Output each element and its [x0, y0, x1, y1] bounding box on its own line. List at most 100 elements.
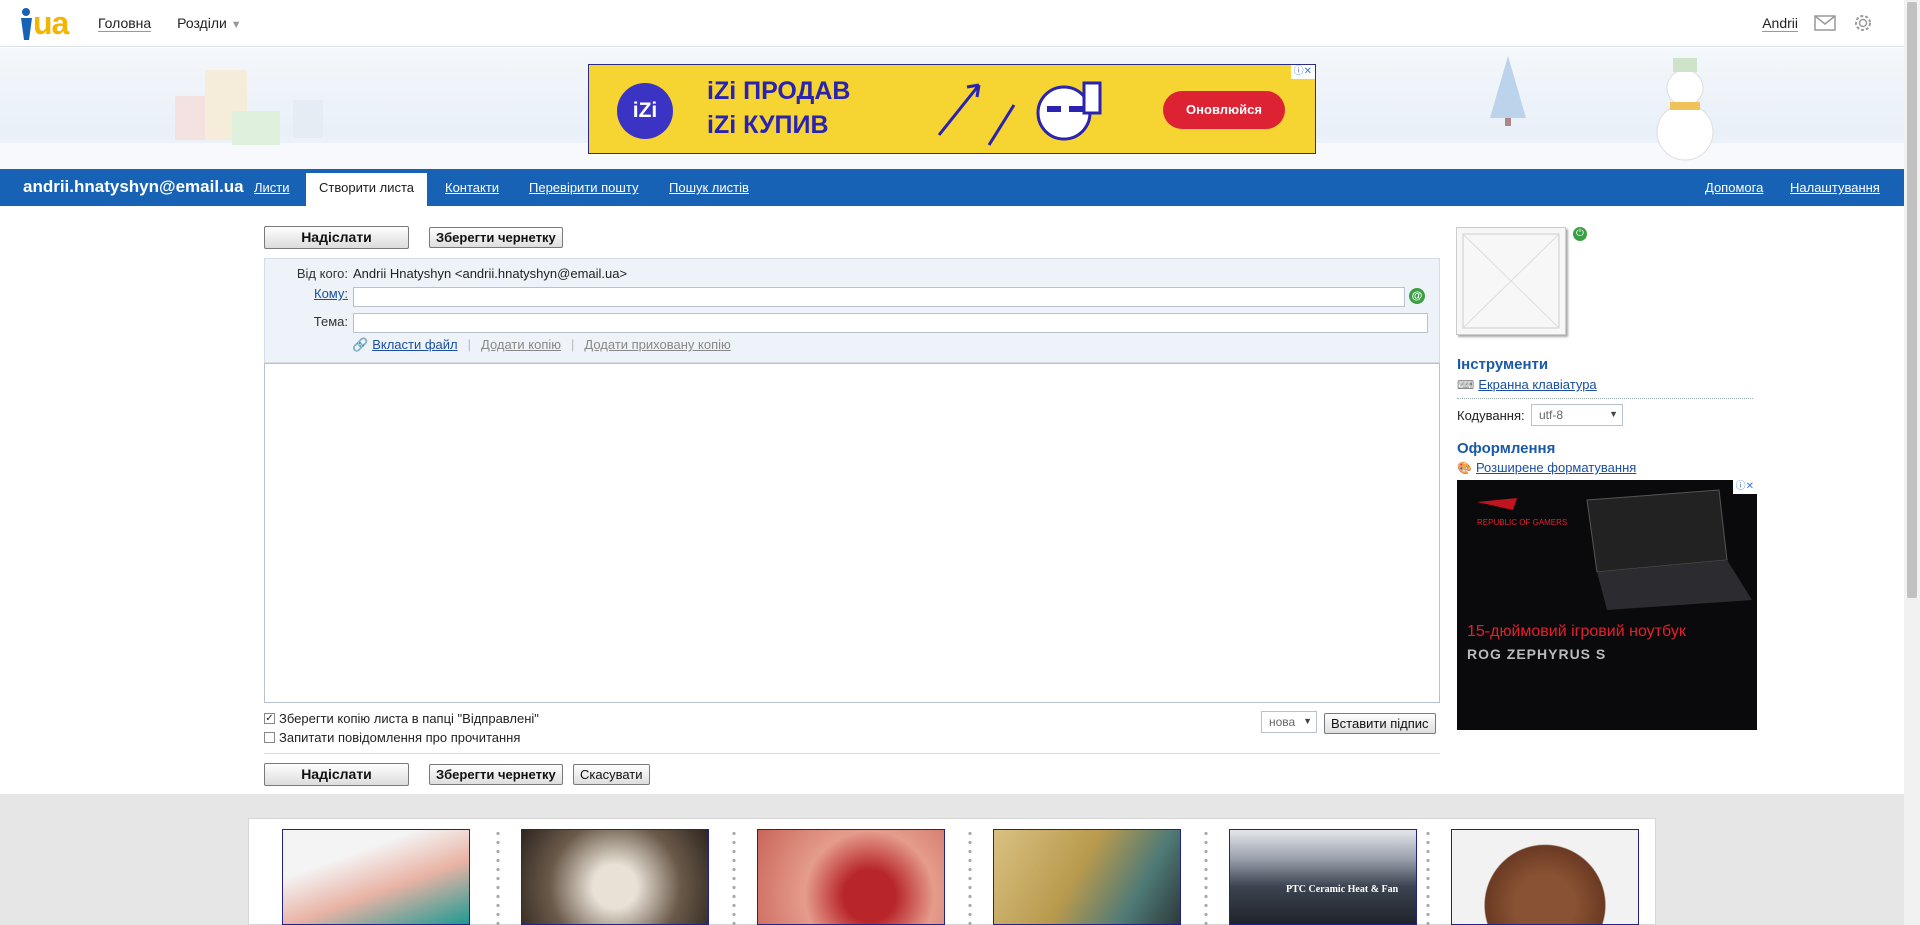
tab-compose[interactable]: Створити листа — [306, 173, 428, 206]
avatar-placeholder-icon — [1462, 233, 1560, 329]
encoding-select[interactable]: utf-8 ▼ — [1531, 404, 1623, 426]
top-nav: Головна Розділи ▼ — [98, 15, 264, 32]
ad-headline-2: iZi КУПИВ — [707, 111, 829, 139]
send-button[interactable]: Надіслати — [264, 226, 409, 249]
mail-nav: andrii.hnatyshyn@email.ua Листи Створити… — [0, 169, 1904, 206]
chevron-down-icon: ▼ — [1609, 409, 1618, 419]
house-decoration — [293, 100, 323, 138]
message-body-textarea[interactable] — [264, 363, 1440, 703]
rich-formatting-label[interactable]: Розширене форматування — [1476, 460, 1636, 475]
signature-select[interactable]: нова ▼ — [1261, 711, 1317, 733]
status-power-icon[interactable]: ⏻ — [1573, 227, 1587, 241]
ad-side-product: ROG ZEPHYRUS S — [1467, 646, 1607, 662]
laptop-illustration-icon — [1477, 489, 1752, 610]
chevron-down-icon: ▼ — [230, 19, 242, 31]
keyboard-icon: ⌨ — [1457, 377, 1475, 392]
paperclip-icon: 🔗 — [352, 337, 369, 352]
dotted-divider — [1457, 398, 1753, 399]
page-scrollbar[interactable] — [1904, 0, 1920, 925]
divider — [264, 753, 1440, 754]
nav-sections-label: Розділи — [177, 15, 227, 31]
link-separator: | — [467, 337, 471, 352]
link-separator: | — [571, 337, 575, 352]
dotted-separator — [732, 829, 736, 925]
account-email: andrii.hnatyshyn@email.ua — [23, 177, 244, 196]
izi-logo: iZi — [617, 83, 673, 139]
from-value: Andrii Hnatyshyn <andrii.hnatyshyn@email… — [353, 266, 628, 281]
winter-banner: iZi iZi ПРОДАВ iZi КУПИВ Оновлюйся ⓘ✕ — [0, 48, 1904, 169]
dotted-separator — [1426, 829, 1430, 925]
save-draft-button-bottom[interactable]: Зберегти чернетку — [429, 764, 563, 785]
to-input[interactable] — [353, 287, 1405, 307]
address-book-icon[interactable]: @ — [1409, 288, 1425, 304]
artery-thumbnail[interactable] — [757, 829, 945, 925]
tools-heading: Інструменти — [1457, 356, 1549, 373]
tab-contacts[interactable]: Контакти — [445, 180, 499, 195]
top-advertisement[interactable]: iZi iZi ПРОДАВ iZi КУПИВ Оновлюйся ⓘ✕ — [588, 64, 1316, 154]
ad-illustration-icon — [937, 81, 1102, 146]
save-copy-label: Зберегти копію листа в папці "Відправлен… — [279, 711, 539, 726]
read-receipt-checkbox[interactable] — [264, 732, 275, 743]
send-button-bottom[interactable]: Надіслати — [264, 763, 409, 786]
tab-search[interactable]: Пошук листів — [669, 180, 749, 195]
top-right: Andrii — [1762, 12, 1874, 34]
mail-icon[interactable] — [1814, 15, 1836, 31]
encoding-select-value: utf-8 — [1539, 408, 1564, 422]
save-copy-checkbox[interactable]: ✓ — [264, 713, 275, 724]
ad-close-icon[interactable]: ⓘ✕ — [1732, 480, 1757, 494]
avatar[interactable] — [1456, 227, 1566, 335]
gear-icon[interactable] — [1852, 12, 1874, 34]
top-bar: ua Головна Розділи ▼ Andrii — [0, 0, 1904, 47]
read-receipt-option[interactable]: Запитати повідомлення про прочитання — [264, 730, 520, 745]
tab-help[interactable]: Допомога — [1705, 180, 1763, 195]
sneaker-thumbnail[interactable] — [282, 829, 470, 925]
dotted-separator — [968, 829, 972, 925]
subject-label: Тема: — [313, 314, 348, 329]
snowman-decoration-icon — [1656, 58, 1714, 161]
ad-cta-button[interactable]: Оновлюйся — [1163, 91, 1285, 129]
heater-thumbnail[interactable]: PTC Ceramic Heat & Fan — [1229, 829, 1417, 925]
signature-select-value: нова — [1269, 715, 1296, 729]
ad-brand-label: REPUBLIC OF GAMERS — [1477, 518, 1568, 527]
design-heading: Оформлення — [1457, 440, 1556, 457]
subject-input[interactable] — [353, 313, 1428, 333]
logo-text: ua — [33, 5, 69, 41]
tab-settings[interactable]: Налаштування — [1790, 180, 1880, 195]
from-label: Від кого: — [296, 266, 348, 281]
site-logo[interactable]: ua — [18, 5, 76, 42]
ad-headline-1: iZi ПРОДАВ — [707, 77, 851, 105]
save-draft-button[interactable]: Зберегти чернетку — [429, 227, 563, 248]
house-decoration — [232, 111, 280, 145]
dotted-separator — [1204, 829, 1208, 925]
add-bcc-link[interactable]: Додати приховану копію — [584, 337, 730, 353]
tab-letters[interactable]: Листи — [254, 180, 290, 195]
cancel-button[interactable]: Скасувати — [573, 764, 650, 785]
onscreen-keyboard-link[interactable]: ⌨ Екранна клавіатура — [1457, 377, 1597, 392]
palette-icon: 🎨 — [1457, 460, 1472, 475]
tree-decoration-icon — [1490, 56, 1526, 126]
nav-sections-link[interactable]: Розділи ▼ — [177, 15, 242, 31]
scrollbar-thumb[interactable] — [1907, 2, 1917, 598]
side-advertisement[interactable]: REPUBLIC OF GAMERS 15-дюймовий ігровий н… — [1457, 480, 1757, 730]
tab-check-mail[interactable]: Перевірити пошту — [529, 180, 638, 195]
add-cc-link[interactable]: Додати копію — [481, 337, 561, 353]
bag-thumbnail[interactable] — [1451, 829, 1639, 925]
ad-side-headline: 15-дюймовий ігровий ноутбук — [1467, 623, 1686, 640]
attach-file-link[interactable]: Вкласти файл — [372, 337, 457, 353]
header-links: 🔗 Вкласти файл | Додати копію | Додати п… — [352, 337, 731, 353]
rich-formatting-link[interactable]: 🎨 Розширене форматування — [1457, 460, 1636, 475]
onscreen-keyboard-label[interactable]: Екранна клавіатура — [1478, 377, 1596, 392]
save-copy-option[interactable]: ✓ Зберегти копію листа в папці "Відправл… — [264, 711, 539, 726]
heater-thumbnail-text: PTC Ceramic Heat & Fan — [1286, 884, 1399, 895]
user-link[interactable]: Andrii — [1762, 15, 1798, 32]
page: ua Головна Розділи ▼ Andrii iZi iZi ПРОД… — [0, 0, 1920, 925]
chevron-down-icon: ▼ — [1303, 716, 1312, 726]
read-receipt-label: Запитати повідомлення про прочитання — [279, 730, 521, 745]
nav-home-link[interactable]: Головна — [98, 15, 152, 32]
mushrooms-thumbnail[interactable] — [521, 829, 709, 925]
to-label[interactable]: Кому: — [268, 286, 348, 301]
ad-close-icon[interactable]: ⓘ✕ — [1290, 65, 1315, 79]
dotted-separator — [496, 829, 500, 925]
insert-signature-button[interactable]: Вставити підпис — [1324, 713, 1436, 734]
cheese-thumbnail[interactable] — [993, 829, 1181, 925]
